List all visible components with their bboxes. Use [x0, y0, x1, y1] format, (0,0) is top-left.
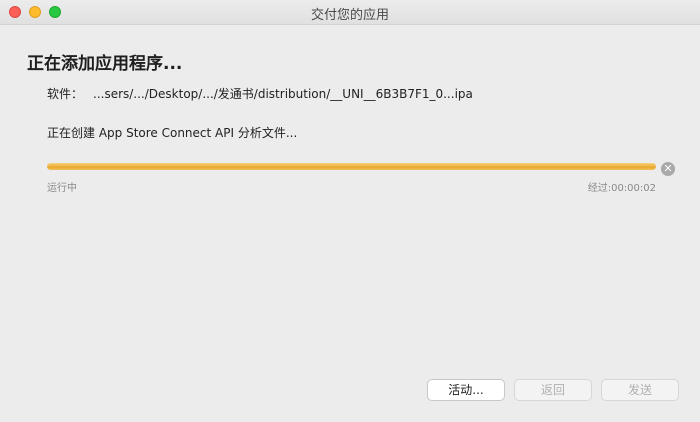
progress-bar-fill	[47, 163, 656, 170]
window-title: 交付您的应用	[310, 8, 389, 23]
back-button[interactable]: 返回	[514, 379, 592, 401]
elapsed-time: 经过:00:00:02	[587, 183, 656, 194]
status-message: 正在创建 App Store Connect API 分析文件...	[47, 126, 298, 140]
close-icon: ✕	[663, 162, 673, 175]
software-label: 软件：	[47, 87, 84, 101]
page-title: 正在添加应用程序...	[27, 54, 183, 74]
deliver-app-window: 交付您的应用 正在添加应用程序... 软件： ...sers/.../Deskt…	[0, 0, 700, 422]
activity-button[interactable]: 活动...	[427, 379, 505, 401]
send-button[interactable]: 发送	[601, 379, 679, 401]
progress-bar	[47, 163, 656, 170]
software-path: ...sers/.../Desktop/.../发通书/distribution…	[93, 87, 473, 101]
cancel-progress-button[interactable]: ✕	[661, 162, 675, 176]
progress-state-label: 运行中	[47, 183, 77, 194]
title-bar: 交付您的应用	[0, 0, 700, 25]
